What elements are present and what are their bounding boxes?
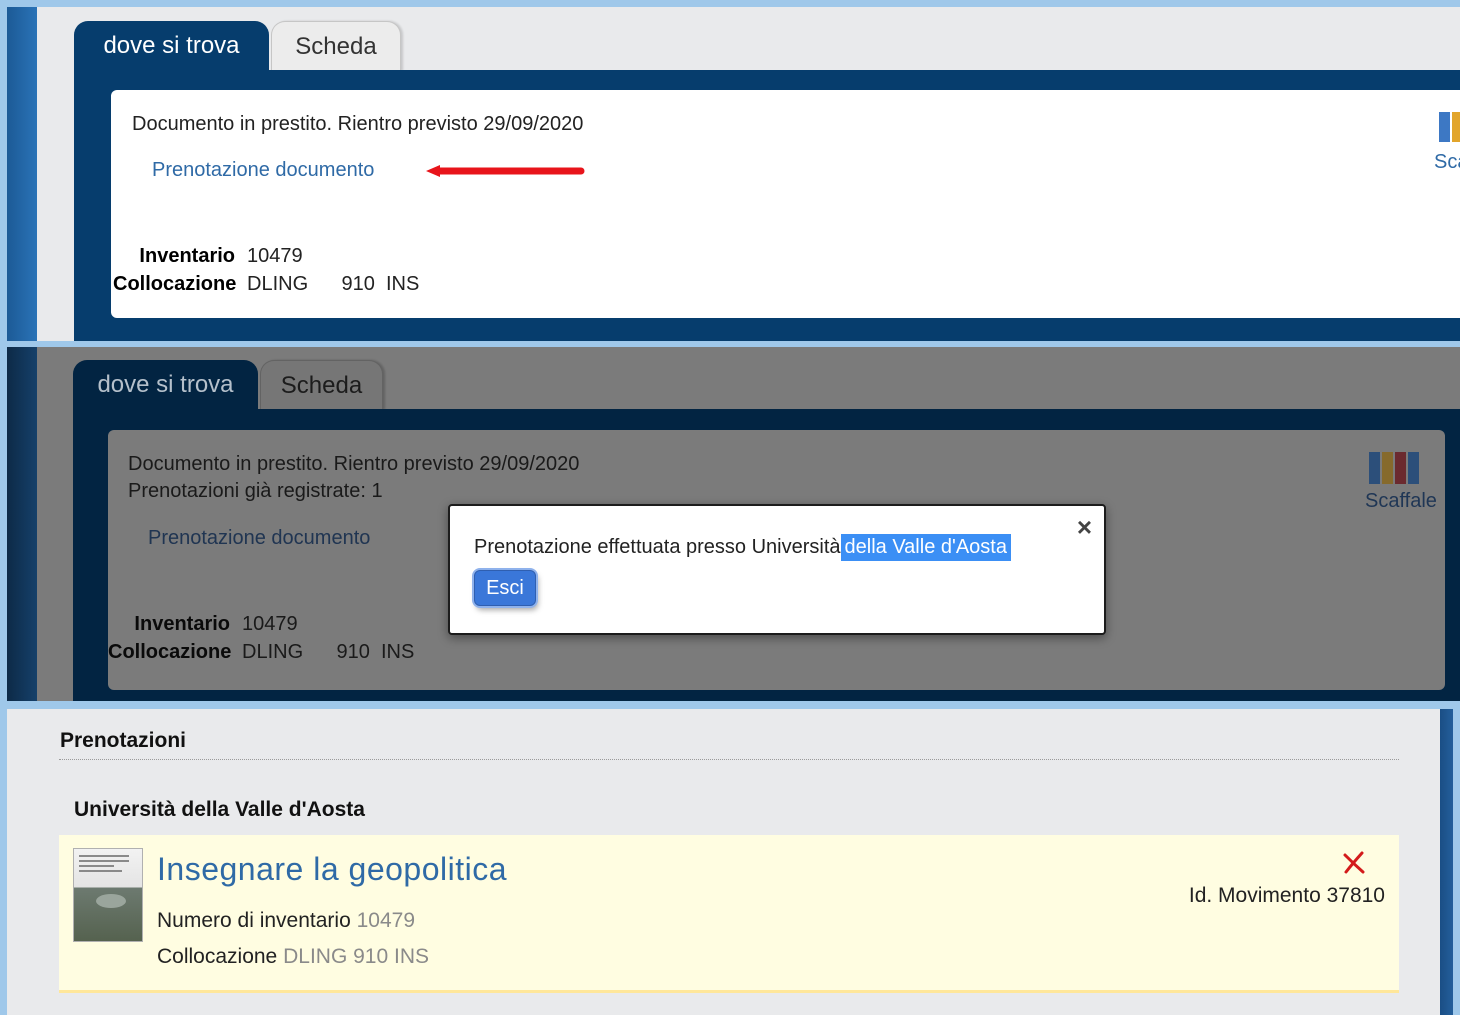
inventory-label: Inventario (134, 612, 230, 635)
location-content: Documento in prestito. Rientro previsto … (111, 90, 1460, 318)
selected-text: della Valle d'Aosta (840, 534, 1011, 561)
loan-status: Documento in prestito. Rientro previsto … (128, 453, 580, 475)
book-title-link[interactable]: Insegnare la geopolitica (157, 851, 507, 888)
reservation-confirm-dialog: × Prenotazione effettuata presso Univers… (448, 504, 1106, 635)
inventory-block: Inventario 10479 Collocazione DLING 910 … (108, 610, 414, 666)
red-arrow-annotation (426, 165, 585, 177)
book-location-label: Collocazione (157, 945, 278, 968)
inventory-value: 10479 (247, 244, 303, 267)
movement-value: 37810 (1326, 884, 1385, 907)
shelf-books-icon[interactable] (1369, 452, 1421, 484)
tab-dove-si-trova[interactable]: dove si trova (73, 360, 258, 410)
book-cover[interactable] (73, 848, 143, 942)
inventory-value: 10479 (242, 612, 298, 635)
location-label: Collocazione (113, 272, 237, 295)
book-location: Collocazione DLING 910 INS (157, 945, 429, 969)
right-rail (1440, 709, 1453, 1015)
reserve-document-link[interactable]: Prenotazione documento (148, 527, 370, 550)
movement-label: Id. Movimento (1188, 884, 1321, 907)
tab-dove-si-trova[interactable]: dove si trova (74, 21, 269, 71)
close-icon[interactable]: × (1077, 514, 1092, 540)
confirm-message-text: Prenotazione effettuata presso Universit… (474, 536, 841, 558)
tab-scheda[interactable]: Scheda (260, 360, 383, 410)
shelf-label-partial[interactable]: Sca (1434, 151, 1460, 174)
panel-reservations: Prenotazioni Università della Valle d'Ao… (7, 709, 1440, 1015)
delete-x-icon[interactable] (1342, 851, 1366, 875)
book-inventory-value: 10479 (356, 909, 416, 932)
location-label: Collocazione (108, 640, 232, 663)
panel-location-before: dove si trova Scheda Documento in presti… (7, 7, 1460, 341)
section-divider (59, 759, 1399, 760)
shelf-label[interactable]: Scaffale (1365, 490, 1437, 513)
existing-reservations: Prenotazioni già registrate: 1 (128, 480, 383, 502)
tab-scheda[interactable]: Scheda (271, 21, 401, 71)
library-name: Università della Valle d'Aosta (74, 798, 365, 821)
location-value: DLING 910 INS (247, 272, 420, 295)
book-inventory: Numero di inventario 10479 (157, 909, 415, 933)
movement-id: Id. Movimento 37810 (1189, 884, 1385, 908)
book-inventory-label: Numero di inventario (157, 909, 351, 932)
confirm-message: Prenotazione effettuata presso Universit… (474, 534, 1011, 561)
section-title: Prenotazioni (60, 729, 187, 752)
exit-button[interactable]: Esci (474, 570, 536, 606)
shelf-books-icon[interactable] (1439, 112, 1460, 142)
reserve-document-link[interactable]: Prenotazione documento (152, 159, 374, 182)
tab-body: Documento in prestito. Rientro previsto … (74, 70, 1460, 341)
loan-status: Documento in prestito. Rientro previsto … (132, 113, 584, 135)
location-value: DLING 910 INS (242, 640, 415, 663)
inventory-block: Inventario 10479 Collocazione DLING 910 … (113, 242, 419, 298)
inventory-label: Inventario (139, 244, 235, 267)
reservation-card: Insegnare la geopolitica Numero di inven… (59, 835, 1399, 993)
left-rail (7, 347, 37, 701)
left-rail (7, 7, 37, 341)
tab-container: dove si trova Scheda Documento in presti… (74, 21, 1460, 341)
book-location-value: DLING 910 INS (283, 945, 429, 968)
